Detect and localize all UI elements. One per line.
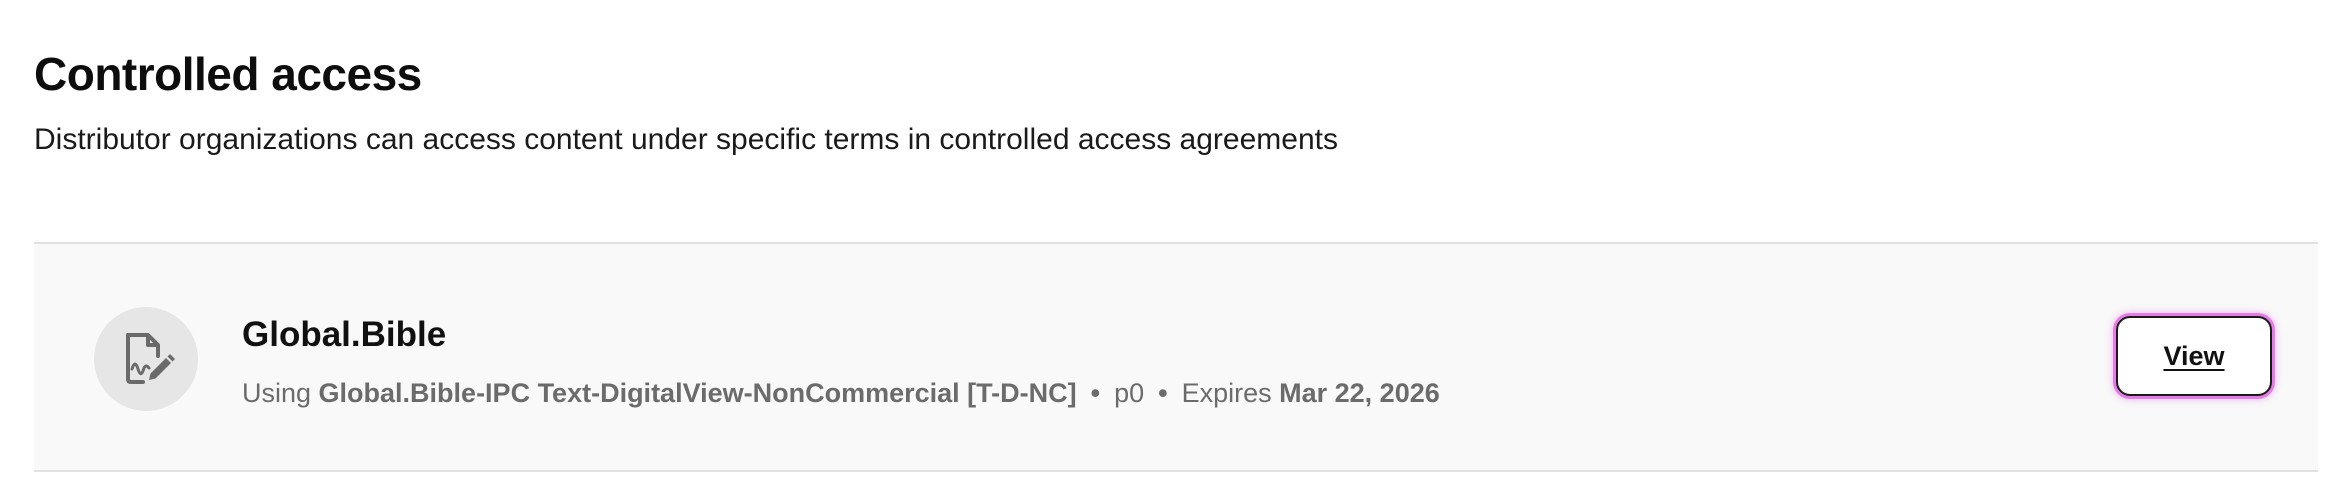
agreement-name: Global.Bible: [242, 315, 447, 354]
section-description: Distributor organizations can access con…: [34, 123, 1338, 156]
expiry-date: Mar 22, 2026: [1279, 378, 1440, 408]
view-button[interactable]: View: [2116, 316, 2272, 396]
using-label: Using: [242, 378, 312, 408]
section-title: Controlled access: [34, 48, 422, 100]
separator-dot: •: [1090, 378, 1101, 408]
agreement-details: Using Global.Bible-IPC Text-DigitalView-…: [242, 374, 1440, 412]
agreement-row: Global.Bible Using Global.Bible-IPC Text…: [34, 242, 2318, 472]
expires-label: Expires: [1181, 378, 1272, 408]
license-name: Global.Bible-IPC Text-DigitalView-NonCom…: [318, 378, 1077, 408]
priority-value: p0: [1114, 378, 1145, 408]
document-signature-icon: [94, 307, 198, 411]
separator-dot: •: [1158, 378, 1168, 408]
